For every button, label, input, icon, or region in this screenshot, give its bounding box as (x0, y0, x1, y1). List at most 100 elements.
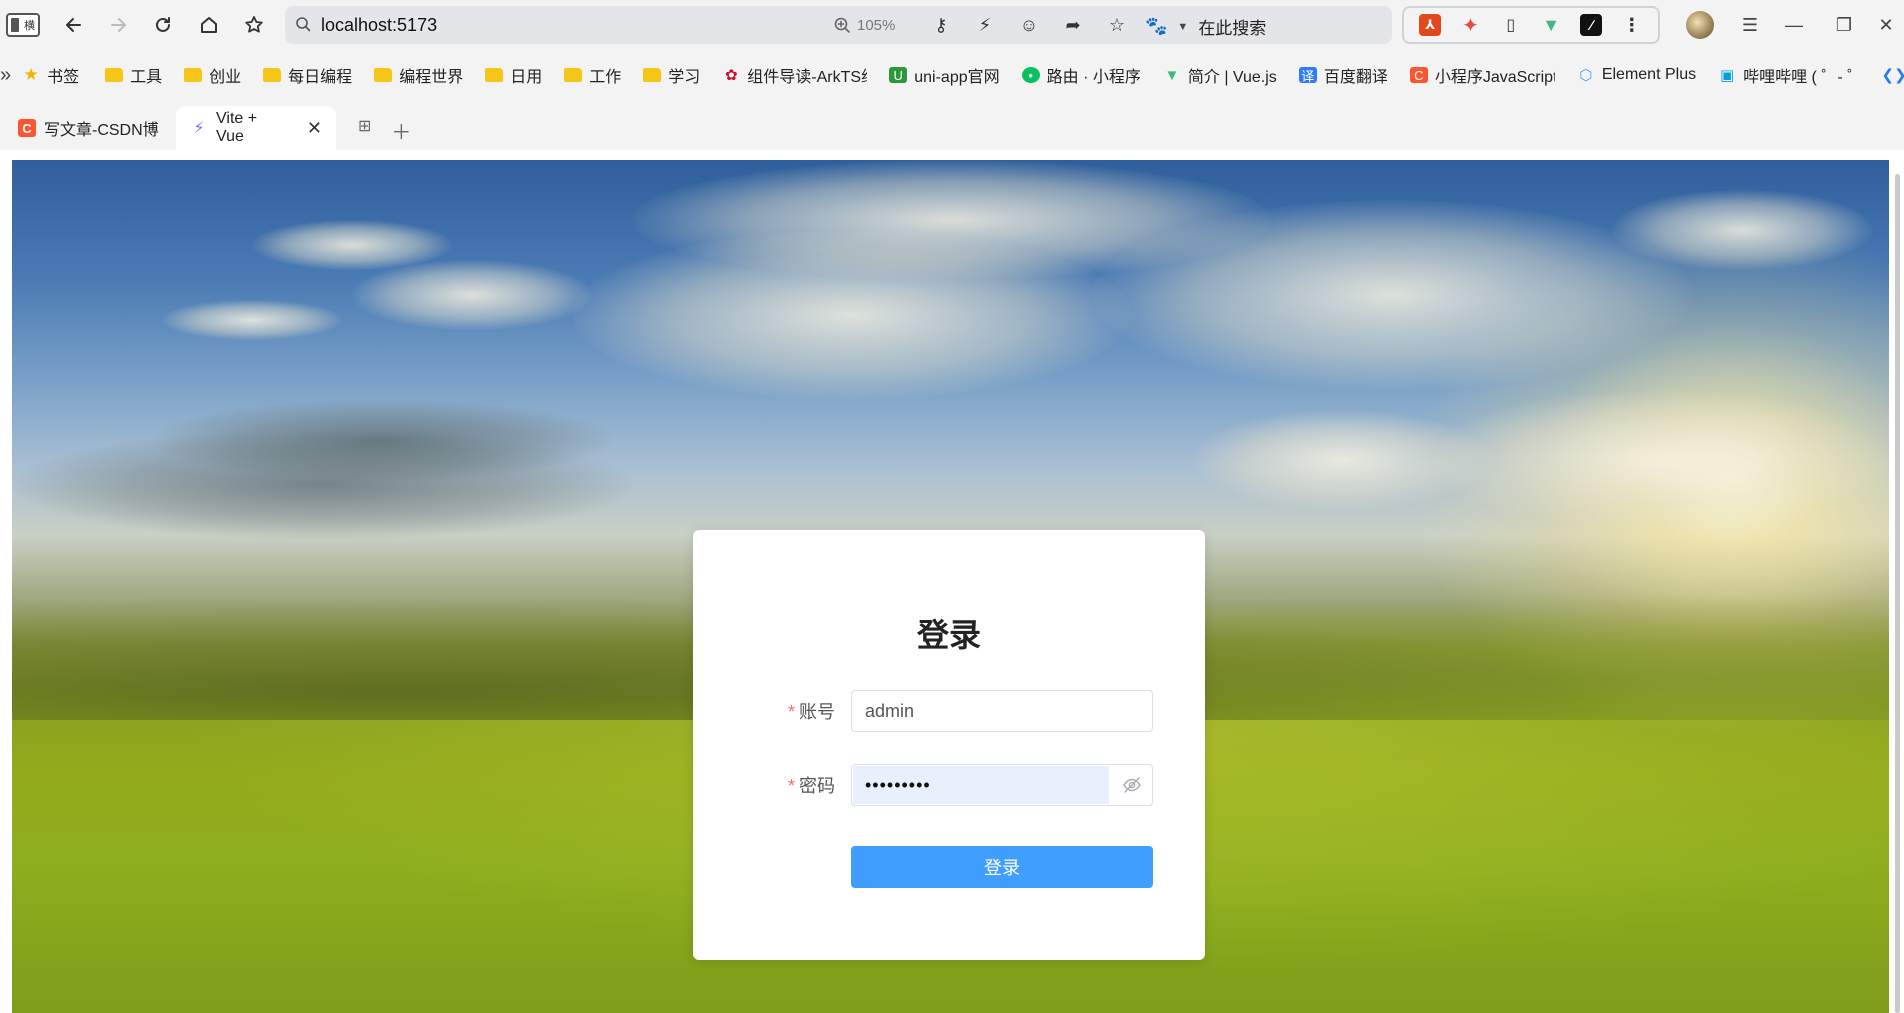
speed-mode-button[interactable]: ⚡ (969, 10, 1001, 40)
folder-icon (485, 68, 504, 82)
username-field[interactable] (851, 690, 1153, 732)
reload-button[interactable] (146, 8, 180, 42)
bookmark-folder[interactable]: 学习 (632, 60, 711, 90)
share-button[interactable]: ➦ (1057, 10, 1089, 40)
zoom-level: 105% (857, 16, 896, 34)
bookmark-label: 学习 (668, 69, 701, 86)
csdn-icon: C (1409, 67, 1428, 83)
bookmark-label: 哔哩哔哩 ( ゜- ゜)つ (1743, 69, 1864, 86)
bookmark-label: 书签 (47, 69, 80, 86)
restore-button[interactable]: ❐ (1824, 8, 1864, 42)
home-button[interactable] (192, 8, 226, 42)
back-arrow-icon (66, 18, 81, 32)
bookmark-folder[interactable]: 创业 (173, 60, 252, 90)
vite-icon: ⚡ (193, 120, 205, 137)
bookmark-folder[interactable]: 每日编程 (252, 60, 363, 90)
bookmark-item[interactable]: Uuni-app官网 (878, 60, 1010, 90)
location-key-button[interactable]: ⚷ (925, 10, 957, 40)
password-field[interactable] (851, 764, 1153, 806)
home-icon (201, 17, 217, 33)
username-input[interactable] (853, 692, 1151, 730)
forward-arrow-icon (111, 18, 126, 32)
minimize-icon: — (1785, 14, 1803, 35)
folder-icon (374, 68, 393, 82)
address-bar[interactable]: localhost:5173 105% ⚷ ⚡ ☺ ➦ ☆ 🐾 ▼ 在此搜索 (285, 6, 1392, 44)
tab-strip: C 写文章-CSDN博 ⚡ Vite + Vue ✕ ⊞ ＋ (0, 104, 1904, 150)
browser-toolbar: 横 localhost:5173 105% ⚷ ⚡ ☺ ➦ ☆ 🐾 ▼ 在此搜索 (0, 0, 1904, 50)
zoom-icon (834, 17, 850, 33)
username-label: * 账号 (788, 698, 835, 724)
hamburger-icon: ☰ (1741, 14, 1759, 35)
vue-devtools-icon[interactable]: ▼ (1540, 14, 1562, 36)
bookmark-item[interactable]: • 路由 · 小程序 (1011, 60, 1152, 90)
screenshot-button[interactable]: ☺ (1013, 10, 1045, 40)
back-button[interactable] (57, 8, 91, 42)
bookmark-label: 每日编程 (288, 69, 353, 86)
bookmark-folder[interactable]: 工具 (94, 60, 173, 90)
close-tab-icon[interactable]: ✕ (307, 118, 322, 139)
pdf-extension-icon[interactable]: ⅄ (1419, 14, 1442, 36)
password-input[interactable] (853, 766, 1109, 804)
sparkle-extension-icon[interactable]: ✦ (1459, 14, 1481, 37)
bookmark-item[interactable]: ✿ 组件导读-ArkTS组 (711, 60, 878, 90)
tab-manager-badge: 横 (24, 20, 35, 32)
key-icon: ⚷ (934, 14, 948, 35)
bookmark-item[interactable]: ❮❯如 (1874, 60, 1904, 90)
password-label-text: 密码 (799, 776, 835, 796)
folder-icon (564, 68, 583, 82)
required-mark: * (787, 776, 795, 796)
bookmark-label: 路由 · 小程序 (1046, 69, 1141, 86)
favorite-button[interactable] (237, 8, 271, 42)
bookmark-item[interactable]: 译百度翻译 (1288, 60, 1399, 90)
username-row: * 账号 (693, 690, 1205, 732)
tab-manager-button[interactable]: 横 (6, 13, 40, 37)
bookmarks-expand-button[interactable]: » (0, 64, 11, 87)
bookmark-folder[interactable]: 工作 (553, 60, 632, 90)
baidu-translate-icon: 译 (1298, 67, 1317, 84)
minimize-button[interactable]: — (1774, 8, 1814, 42)
face-icon: ☺ (1019, 14, 1039, 35)
search-icon (296, 17, 311, 32)
tab-group-icon[interactable]: ⊞ (358, 116, 371, 145)
scrollbar-thumb[interactable] (1895, 174, 1900, 1013)
add-favorite-button[interactable]: ☆ (1101, 10, 1133, 40)
url-text[interactable]: localhost:5173 (321, 15, 437, 36)
bookmark-item[interactable]: C 小程序JavaScript (1399, 60, 1566, 90)
bookmark-folder[interactable]: 日用 (474, 60, 553, 90)
search-engine-box[interactable]: 🐾 ▼ 在此搜索 (1145, 14, 1266, 39)
main-menu-button[interactable]: ☰ (1730, 8, 1770, 42)
baidu-paw-icon: 🐾 (1145, 16, 1168, 36)
new-tab-button[interactable]: ＋ (391, 116, 411, 145)
login-card: 登录 *账号 *密码 登录 (693, 530, 1205, 960)
csdn-icon: C (18, 119, 36, 137)
zoom-indicator[interactable]: 105% (833, 16, 895, 34)
tab-vite-vue[interactable]: ⚡ Vite + Vue ✕ (176, 106, 336, 150)
reload-icon (156, 17, 170, 32)
wechat-icon: • (1021, 67, 1040, 83)
eye-hidden-icon[interactable] (1122, 776, 1142, 794)
bookmark-item[interactable]: ▣ 哔哩哔哩 ( ゜- ゜)つ (1707, 60, 1874, 90)
page-viewport: 登录 *账号 *密码 登录 (0, 150, 1904, 1013)
tab-csdn[interactable]: C 写文章-CSDN博 (4, 106, 176, 150)
more-vertical-icon[interactable]: ⋮ (1621, 14, 1643, 36)
bookmark-label: 编程世界 (399, 69, 464, 86)
bookmark-item[interactable]: ⬡ Element Plus (1566, 60, 1707, 90)
login-submit-button[interactable]: 登录 (851, 846, 1153, 888)
folder-icon (184, 68, 203, 82)
profile-avatar[interactable] (1686, 11, 1714, 39)
chevron-down-icon: ▼ (1177, 20, 1189, 33)
star-icon: ★ (23, 65, 39, 84)
uniapp-icon: U (889, 67, 908, 83)
copilot-extension-icon[interactable]: ∕ (1580, 14, 1603, 36)
bookmark-item[interactable]: ▼ 简介 | Vue.js (1152, 60, 1288, 90)
bookmark-label: 工具 (130, 69, 163, 86)
bookmarks-bar: » ★ 书签 工具 创业 每日编程 编程世界 日用 工作 学习 ✿ 组件导读-Ark… (0, 56, 1904, 94)
vue-icon: ▼ (1164, 66, 1180, 84)
page-scrollbar[interactable] (1891, 150, 1904, 1013)
bookmark-folder[interactable]: 编程世界 (363, 60, 474, 90)
close-window-button[interactable]: ✕ (1868, 8, 1904, 42)
close-icon: ✕ (1878, 14, 1894, 35)
forward-button[interactable] (101, 8, 135, 42)
bookmark-item[interactable]: ★ 书签 (11, 60, 90, 90)
mobile-extension-icon[interactable]: ▯ (1500, 14, 1522, 36)
